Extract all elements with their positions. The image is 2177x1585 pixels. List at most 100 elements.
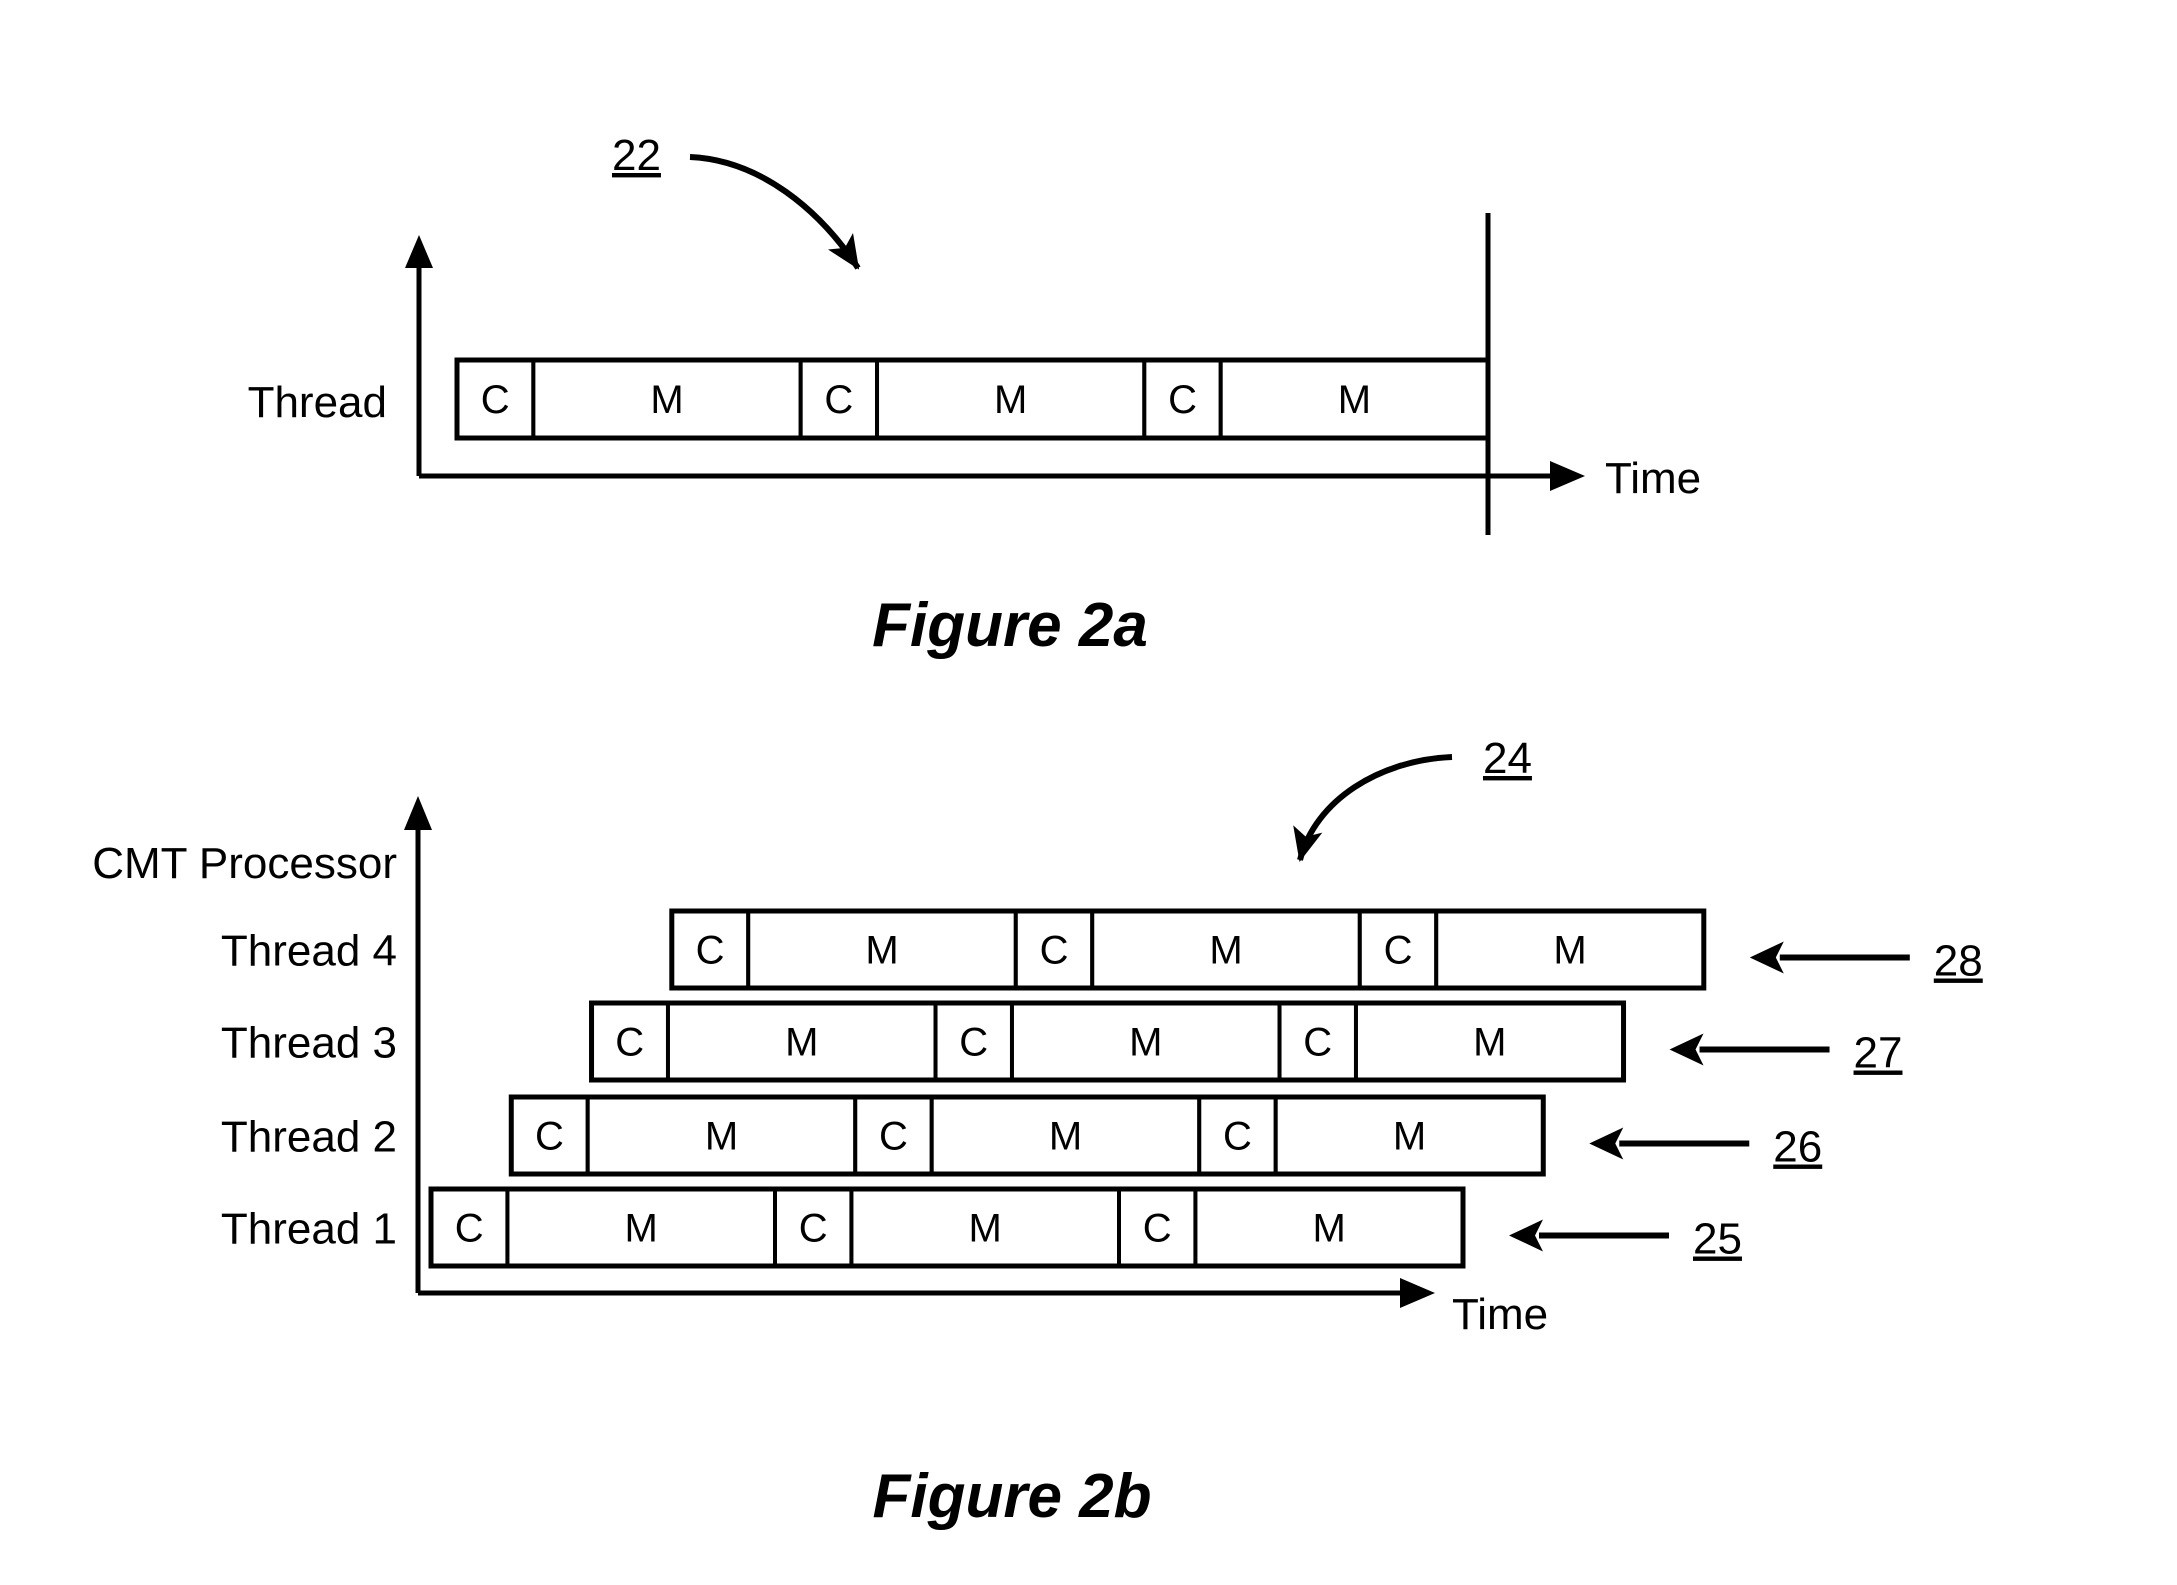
y-axis-arrowhead-2a: [405, 235, 433, 268]
x-axis-label-2a: Time: [1605, 454, 1701, 503]
memory-segment: M: [531, 358, 803, 440]
segment-label: M: [705, 1115, 738, 1159]
segment-label: C: [1168, 378, 1197, 422]
thread-bar-2a: CMCMCM: [454, 357, 1491, 441]
segment-label: C: [879, 1115, 908, 1159]
segment-label: C: [1143, 1207, 1172, 1251]
segment-label: C: [481, 378, 510, 422]
segment-label: C: [455, 1207, 484, 1251]
reference-24-label: 24: [1483, 734, 1532, 783]
x-axis-arrowhead-2a: [1550, 461, 1585, 491]
memory-segment: M: [1434, 909, 1706, 990]
arrowhead-left-icon: [1669, 1033, 1704, 1066]
thread-label: Thread 2: [221, 1113, 397, 1162]
compute-segment: C: [429, 1187, 510, 1268]
compute-segment: C: [1142, 358, 1223, 440]
thread-row: Thread 1 C M C M C M 25: [221, 1186, 1742, 1269]
patent-drawing-sheet: 22 Thread Time C M C M C M Figure 2a 24 CMT P…: [0, 0, 2177, 1585]
thread-reference-label: 28: [1934, 937, 1983, 986]
compute-segment: C: [1197, 1095, 1278, 1176]
memory-segment: M: [585, 1095, 858, 1176]
compute-segment: C: [798, 358, 880, 440]
memory-segment: M: [1193, 1187, 1465, 1268]
segment-label: M: [994, 378, 1027, 422]
figure-2b-caption: Figure 2b: [872, 1462, 1151, 1531]
thread-label: Thread 4: [221, 927, 397, 976]
thread-label: Thread 1: [221, 1205, 397, 1254]
arrowhead-left-icon: [1749, 941, 1784, 974]
y-axis-arrowhead-2b: [404, 796, 432, 830]
segment-label: C: [615, 1021, 644, 1065]
segment-label: C: [1040, 929, 1069, 973]
arrowhead-left-icon: [1509, 1219, 1543, 1252]
segment-label: M: [865, 929, 898, 973]
segment-label: C: [535, 1115, 564, 1159]
compute-segment: C: [509, 1095, 590, 1176]
memory-segment: M: [1009, 1001, 1282, 1082]
memory-segment: M: [875, 358, 1147, 440]
compute-segment: C: [589, 1001, 670, 1082]
segment-label: C: [1223, 1115, 1252, 1159]
compute-segment: C: [1277, 1001, 1358, 1082]
memory-segment: M: [665, 1001, 938, 1082]
compute-segment: C: [669, 909, 751, 990]
segment-label: C: [1303, 1021, 1332, 1065]
memory-segment: M: [746, 909, 1018, 990]
memory-segment: M: [1273, 1095, 1546, 1176]
segment-label: C: [696, 929, 725, 973]
thread-bar: CMCMCM: [454, 357, 1491, 441]
arrowhead-left-icon: [1589, 1127, 1624, 1160]
y-axis-label-2a: Thread: [248, 378, 387, 427]
figure-2a-caption: Figure 2a: [872, 591, 1148, 660]
thread-reference-label: 26: [1773, 1123, 1822, 1172]
figure-svg: 22 Thread Time C M C M C M Figure 2a 24 CMT P…: [92, 131, 1983, 1531]
segment-label: M: [625, 1207, 658, 1251]
segment-label: M: [785, 1021, 818, 1065]
thread-row: Thread 2 C M C M C M 26: [221, 1094, 1822, 1177]
segment-label: M: [1553, 929, 1586, 973]
thread-reference-label: 27: [1854, 1029, 1903, 1078]
x-axis-arrowhead-2b: [1400, 1278, 1435, 1308]
compute-segment: C: [773, 1187, 854, 1268]
compute-segment: C: [1013, 909, 1095, 990]
thread-bar: CMCMCM: [508, 1094, 1546, 1177]
compute-segment: C: [455, 358, 536, 440]
segment-label: M: [1209, 929, 1242, 973]
reference-24-arrow: [1293, 754, 1453, 862]
x-axis-label-2b: Time: [1452, 1290, 1548, 1339]
thread-bar: CMCMCM: [669, 908, 1707, 991]
segment-label: M: [650, 378, 683, 422]
thread-bar: CMCMCM: [589, 1000, 1627, 1083]
memory-segment: M: [1218, 358, 1491, 440]
figure-2a: 22 Thread Time C M C M C M Figure 2a: [248, 131, 1702, 660]
thread-bars-2b: Thread 4 C M C M C M 28 Thread 3 C M C M C M 27 Thread 2…: [221, 908, 1983, 1269]
segment-label: C: [959, 1021, 988, 1065]
memory-segment: M: [849, 1187, 1121, 1268]
segment-label: M: [1129, 1021, 1162, 1065]
figure-2b: 24 CMT Processor Time Thread 4 C M C M C M 28Th…: [92, 734, 1983, 1531]
segment-label: M: [1393, 1115, 1426, 1159]
memory-segment: M: [929, 1095, 1202, 1176]
segment-label: M: [1049, 1115, 1082, 1159]
segment-label: M: [1313, 1207, 1346, 1251]
y-axis-label-2b: CMT Processor: [92, 839, 397, 888]
segment-label: C: [1384, 929, 1413, 973]
memory-segment: M: [1353, 1001, 1626, 1082]
reference-22-label: 22: [612, 131, 661, 180]
segment-label: C: [824, 378, 853, 422]
memory-segment: M: [505, 1187, 777, 1268]
thread-label: Thread 3: [221, 1019, 397, 1068]
thread-row: Thread 3 C M C M C M 27: [221, 1000, 1903, 1083]
compute-segment: C: [1117, 1187, 1198, 1268]
segment-label: M: [1473, 1021, 1506, 1065]
thread-row: Thread 4 C M C M C M 28: [221, 908, 1983, 991]
segment-label: M: [969, 1207, 1002, 1251]
thread-bar: CMCMCM: [428, 1186, 1466, 1269]
compute-segment: C: [1357, 909, 1439, 990]
reference-22-arrow: [689, 154, 861, 270]
compute-segment: C: [933, 1001, 1014, 1082]
compute-segment: C: [853, 1095, 934, 1176]
segment-label: C: [799, 1207, 828, 1251]
segment-label: M: [1338, 378, 1371, 422]
memory-segment: M: [1090, 909, 1362, 990]
